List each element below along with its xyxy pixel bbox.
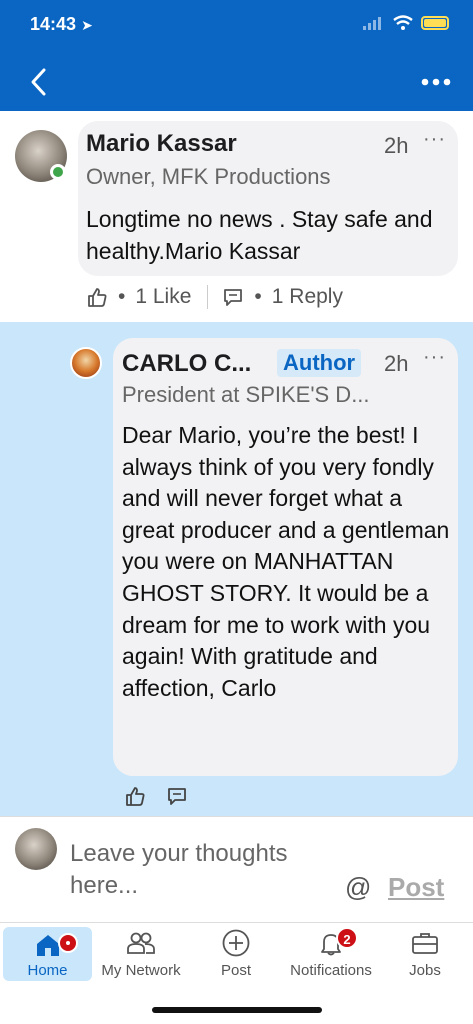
screen: 14:43 ➤ Mario Kassar 2h ··· Owner, MFK P… (0, 0, 473, 1024)
vertical-divider (207, 285, 209, 309)
plus-circle-icon (222, 929, 250, 957)
like-thumb-icon[interactable] (86, 286, 108, 308)
home-icon (36, 935, 59, 956)
network-icon (127, 932, 155, 954)
current-user-avatar (15, 828, 57, 870)
like-count[interactable]: 1 Like (135, 285, 191, 309)
tab-jobs[interactable]: Jobs (380, 923, 470, 983)
signal-icon (363, 17, 381, 30)
top-bar: 14:43 ➤ (0, 0, 473, 111)
tab-post[interactable]: Post (191, 923, 281, 983)
battery-icon (421, 16, 449, 30)
back-button[interactable] (24, 62, 54, 102)
mention-button[interactable]: @ (345, 872, 371, 903)
comment-actions: • 1 Like • 1 Reply (86, 283, 343, 311)
reply-icon[interactable] (166, 785, 188, 807)
comment-time: 2h (384, 133, 409, 158)
comment-text: Longtime no news . Stay safe and healthy… (86, 206, 433, 264)
tab-label: Jobs (409, 962, 441, 979)
reply-text: Dear Mario, you’re the best! I always th… (122, 422, 450, 701)
comment-author-headline: Owner, MFK Productions (86, 164, 331, 189)
reply-time: 2h (384, 351, 409, 376)
tab-label: Post (220, 962, 251, 979)
location-arrow-icon: ➤ (81, 17, 93, 33)
more-options-button[interactable] (419, 72, 453, 92)
briefcase-icon (412, 933, 438, 954)
wifi-icon (393, 15, 413, 30)
reply-more-button[interactable]: ··· (423, 346, 446, 369)
separator-dot: • (118, 285, 126, 308)
reply-author-headline: President at SPIKE'S D... (122, 382, 370, 407)
like-thumb-icon[interactable] (124, 785, 146, 807)
reply-author-name[interactable]: CARLO C... (122, 350, 251, 378)
reply-actions (124, 785, 188, 807)
author-badge: Author (277, 349, 362, 377)
tab-home[interactable]: Home (3, 927, 92, 981)
tab-label: Home (27, 962, 68, 979)
comment-author-name[interactable]: Mario Kassar (86, 130, 237, 158)
comment-input[interactable]: Leave your thoughts here... (70, 838, 330, 902)
online-indicator (50, 164, 66, 180)
status-icons (363, 15, 449, 31)
home-notification-dot (58, 933, 78, 953)
tab-notifications[interactable]: 2 Notifications (284, 923, 378, 983)
notifications-badge: 2 (336, 927, 358, 949)
reply-icon[interactable] (222, 286, 244, 308)
clock: 14:43 (30, 14, 77, 34)
home-indicator (152, 1007, 322, 1013)
tab-label: Notifications (290, 962, 372, 979)
tab-my-network[interactable]: My Network (96, 923, 186, 983)
comment-more-button[interactable]: ··· (423, 128, 446, 151)
reply-count[interactable]: 1 Reply (272, 285, 343, 309)
post-button[interactable]: Post (388, 872, 444, 903)
tab-label: My Network (101, 962, 181, 979)
reply-author-avatar[interactable] (70, 347, 102, 379)
separator-dot: • (254, 285, 262, 308)
divider (0, 816, 473, 817)
status-time: 14:43 ➤ (30, 14, 93, 35)
